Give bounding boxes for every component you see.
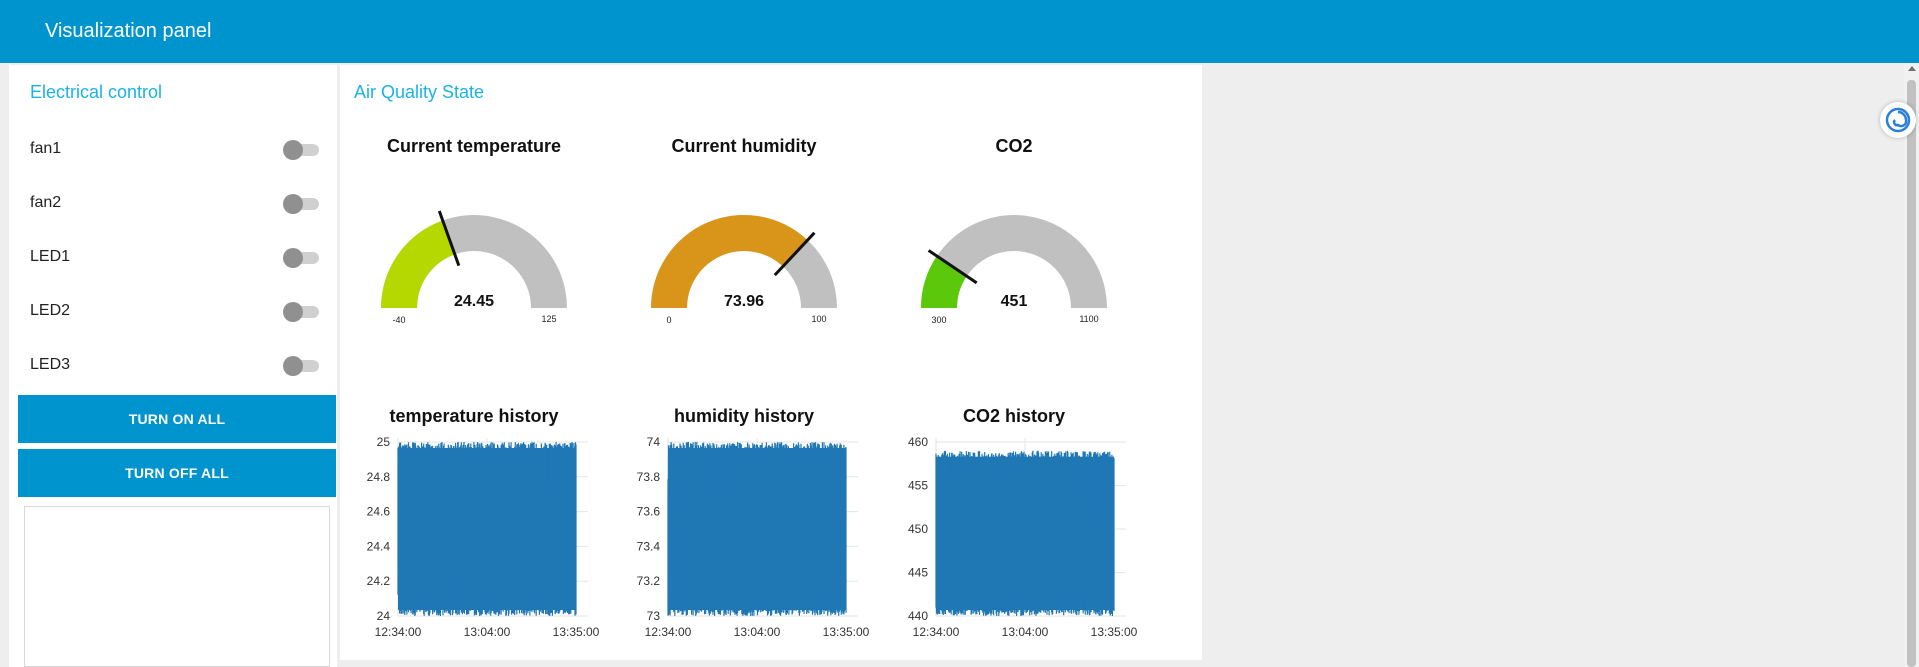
series-line — [935, 450, 1115, 617]
gauge-value: 24.45 — [454, 293, 494, 310]
switch-row-led2[interactable]: LED2 — [30, 297, 330, 325]
chart-co2-history: 460 455 450 445 440 12:34:00 13:04:00 13:35:00 — [908, 435, 1138, 639]
toggle-thumb[interactable] — [283, 356, 303, 376]
y-tick-label: 73.4 — [637, 539, 661, 553]
switch-label: fan2 — [30, 194, 62, 211]
header-bar: Visualization panel — [0, 0, 1919, 63]
gauge-max-label: 1100 — [1079, 314, 1098, 324]
y-tick-label: 455 — [908, 479, 928, 493]
switch-row-fan1[interactable]: fan1 — [30, 135, 330, 163]
switch-row-fan2[interactable]: fan2 — [30, 189, 330, 217]
turn-on-all-button[interactable]: TURN ON ALL — [18, 395, 336, 443]
gauge-min-label: -40 — [392, 315, 405, 325]
x-tick-label: 12:34:00 — [375, 625, 422, 639]
chart-temperature-history: 25 24.8 24.6 24.4 24.2 24 12:34:00 13:04:00 13:3… — [367, 435, 600, 639]
gauge-min-label: 300 — [931, 315, 946, 325]
toggle-thumb[interactable] — [283, 248, 303, 268]
gauge-temperature: 24.45 -40 125 — [381, 210, 567, 325]
y-tick-label: 73 — [647, 609, 661, 623]
switch-label: LED2 — [30, 302, 71, 319]
notes-text-area[interactable] — [24, 506, 330, 667]
gauge-value: 451 — [1001, 293, 1028, 310]
swirl-icon[interactable] — [1880, 102, 1916, 138]
gauge-value-arc — [381, 220, 455, 308]
y-tick-label: 440 — [908, 609, 928, 623]
series-line — [397, 441, 577, 617]
y-tick-label: 24 — [377, 609, 391, 623]
page-title: Visualization panel — [45, 20, 212, 42]
y-tick-label: 24.4 — [367, 539, 391, 553]
y-tick-label: 73.2 — [637, 574, 661, 588]
gauge-co2: 451 300 1100 — [921, 215, 1107, 325]
chart-title-temperature: temperature history — [389, 406, 559, 426]
scrollbar-thumb[interactable] — [1907, 80, 1916, 667]
gauge-title-temperature: Current temperature — [386, 136, 562, 156]
turn-off-all-button[interactable]: TURN OFF ALL — [18, 449, 336, 497]
x-tick-label: 13:35:00 — [1091, 625, 1138, 639]
gauge-min-label: 0 — [666, 315, 671, 325]
scroll-up-arrow-icon[interactable] — [1907, 66, 1916, 71]
y-tick-label: 24.8 — [367, 470, 391, 484]
x-tick-label: 12:34:00 — [913, 625, 960, 639]
switch-row-led3[interactable]: LED3 — [30, 351, 330, 379]
gauge-title-humidity: Current humidity — [671, 136, 817, 156]
y-tick-label: 460 — [908, 435, 928, 449]
y-tick-label: 450 — [908, 522, 928, 536]
x-tick-label: 13:35:00 — [553, 625, 600, 639]
y-tick-label: 25 — [377, 435, 391, 449]
y-tick-label: 73.8 — [637, 470, 661, 484]
chart-title-humidity: humidity history — [673, 406, 814, 426]
gauge-max-label: 100 — [811, 314, 826, 324]
gauge-humidity: 73.96 0 100 — [651, 215, 837, 325]
y-tick-label: 24.2 — [367, 574, 391, 588]
y-tick-label: 445 — [908, 566, 928, 580]
toggle-thumb[interactable] — [283, 140, 303, 160]
electrical-control-title: Electrical control — [30, 82, 163, 102]
switch-label: LED1 — [30, 248, 71, 265]
x-tick-label: 13:04:00 — [1002, 625, 1049, 639]
x-tick-label: 13:04:00 — [734, 625, 781, 639]
y-tick-label: 24.6 — [367, 505, 391, 519]
switch-label: fan1 — [30, 140, 62, 157]
gauge-value: 73.96 — [724, 293, 764, 310]
y-tick-label: 73.6 — [637, 505, 661, 519]
air-quality-title: Air Quality State — [354, 82, 485, 102]
series-line — [667, 441, 847, 617]
x-tick-label: 12:34:00 — [645, 625, 692, 639]
switch-row-led1[interactable]: LED1 — [30, 243, 330, 271]
gauge-max-label: 125 — [541, 314, 556, 324]
chart-title-co2: CO2 history — [962, 406, 1066, 426]
gauge-title-co2: CO2 — [995, 136, 1033, 156]
y-tick-label: 74 — [647, 435, 661, 449]
chart-humidity-history: 74 73.8 73.6 73.4 73.2 73 12:34:00 13:04:00 13:3… — [637, 435, 870, 639]
x-tick-label: 13:04:00 — [464, 625, 511, 639]
toggle-thumb[interactable] — [283, 302, 303, 322]
x-tick-label: 13:35:00 — [823, 625, 870, 639]
toggle-thumb[interactable] — [283, 194, 303, 214]
switch-label: LED3 — [30, 356, 71, 373]
